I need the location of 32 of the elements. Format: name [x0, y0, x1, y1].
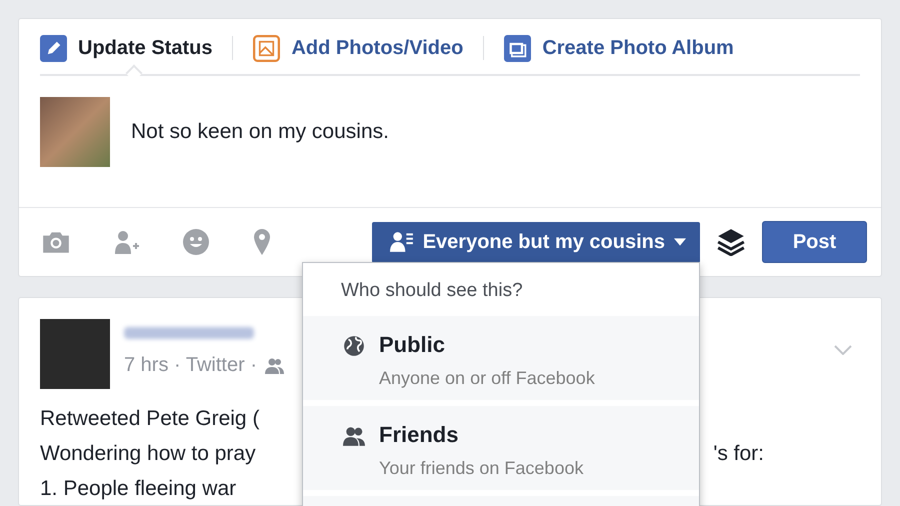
pencil-icon [40, 34, 67, 62]
option-description: Anyone on or off Facebook [379, 368, 595, 389]
person-list-icon [390, 231, 414, 253]
audience-option[interactable]: Public Anyone on or off Facebook [303, 316, 699, 400]
post-meta: 7 hrs · Twitter · [124, 354, 257, 377]
friends-icon [343, 425, 365, 447]
option-title: Public [379, 332, 446, 358]
location-pin-icon[interactable] [251, 228, 273, 256]
friends-icon [265, 358, 285, 374]
post-text: 's for: [713, 442, 764, 466]
layers-icon[interactable] [717, 228, 745, 256]
post-text: Wondering how to pray [40, 442, 256, 466]
audience-dropdown-button[interactable]: Everyone but my cousins [372, 222, 700, 262]
caret-icon [674, 238, 686, 246]
post-button[interactable]: Post [762, 221, 867, 263]
avatar-photo-placeholder [40, 319, 110, 389]
album-icon [504, 34, 532, 62]
post-text: 1. People fleeing war [40, 477, 236, 500]
globe-icon [343, 335, 365, 357]
option-title: Friends [379, 422, 460, 448]
audience-option[interactable]: Friends Your friends on Facebook [303, 406, 699, 490]
post-text: Retweeted Pete Greig ( [40, 407, 260, 430]
composer-tab[interactable]: Update Status [40, 34, 212, 62]
option-description: Your friends on Facebook [379, 458, 584, 479]
composer-tab[interactable]: Create Photo Album [504, 34, 734, 62]
smiley-icon[interactable] [181, 228, 211, 256]
chevron-down-icon[interactable] [834, 345, 852, 355]
composer-tab[interactable]: Add Photos/Video [253, 34, 464, 62]
picture-icon [253, 34, 280, 62]
avatar-photo-placeholder [40, 97, 110, 167]
menu-header: Who should see this? [340, 279, 524, 303]
status-text[interactable]: Not so keen on my cousins. [131, 120, 389, 144]
